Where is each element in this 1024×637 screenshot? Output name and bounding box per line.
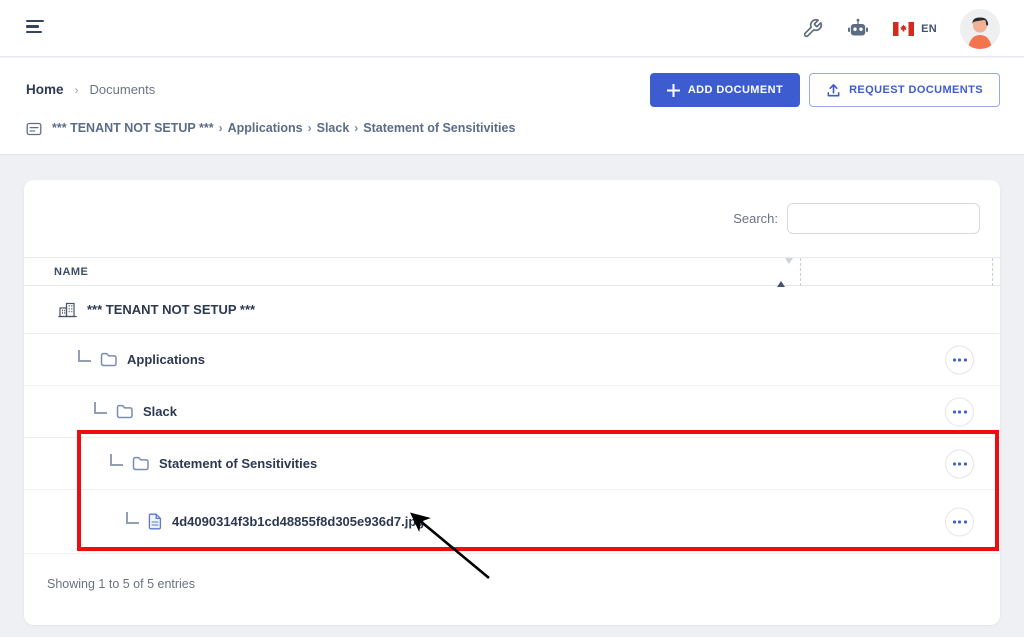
row-label: Statement of Sensitivities [159,456,318,471]
table-footer-status: Showing 1 to 5 of 5 entries [47,577,196,591]
row-label: Applications [127,352,206,367]
tree-branch-icon [126,511,139,524]
table-header: NAME [24,257,1000,287]
breadcrumb-home[interactable]: Home [26,82,64,97]
page-header: Home › Documents ADD DOCUMENT REQUEST DO… [0,58,1024,155]
row-actions-button[interactable] [945,397,974,426]
path-segment-statement[interactable]: Statement of Sensitivities [363,121,515,135]
folder-icon [100,352,117,367]
search-input[interactable] [787,203,980,234]
table-row-jpg-file[interactable]: 4d4090314f3b1cd48855f8d305e936d7.jpg [24,490,1000,554]
language-label: EN [921,22,937,35]
top-bar: EN [0,0,1024,57]
building-icon [58,300,77,319]
search-row: Search: [733,203,980,234]
canada-flag-icon [893,21,915,36]
add-document-label: ADD DOCUMENT [687,84,784,96]
document-tree: *** TENANT NOT SETUP *** Applications Sl… [24,286,1000,554]
tree-branch-icon [94,401,107,414]
tree-branch-icon [110,453,123,466]
wrench-icon[interactable] [802,18,823,39]
request-documents-label: REQUEST DOCUMENTS [849,84,983,96]
row-actions-button[interactable] [945,507,974,536]
header-action-buttons: ADD DOCUMENT REQUEST DOCUMENTS [649,73,1000,107]
breadcrumb: Home › Documents [26,82,155,97]
add-document-button[interactable]: ADD DOCUMENT [649,73,801,107]
row-actions-button[interactable] [945,345,974,374]
breadcrumb-documents[interactable]: Documents [90,82,156,97]
header-divider [800,258,801,286]
menu-icon[interactable] [26,18,46,38]
folder-icon [132,456,149,471]
header-divider [992,258,993,286]
path-segment-slack[interactable]: Slack [317,121,350,135]
file-icon [148,513,162,530]
table-row-statement-of-sensitivities[interactable]: Statement of Sensitivities [24,438,1000,490]
row-label: Slack [143,404,177,419]
upload-icon [827,83,840,96]
folder-icon [116,404,133,419]
sort-desc-icon [785,258,793,281]
row-actions-button[interactable] [945,449,974,478]
path-separator: › [218,121,223,135]
breadcrumb-separator: › [74,82,79,97]
request-documents-button[interactable]: REQUEST DOCUMENTS [809,73,1000,107]
tree-branch-icon [78,349,91,362]
plus-icon [666,83,680,97]
topbar-right-cluster: EN [802,0,1000,57]
path-separator: › [354,121,359,135]
table-row-tenant[interactable]: *** TENANT NOT SETUP *** [24,286,1000,334]
path-segment-applications[interactable]: Applications [228,121,303,135]
robot-icon[interactable] [846,17,870,41]
user-avatar[interactable] [960,8,1000,49]
language-switcher[interactable]: EN [893,21,937,36]
sort-asc-icon [777,264,785,287]
tenant-path: *** TENANT NOT SETUP *** › Applications … [52,121,515,135]
inbox-icon [26,122,42,136]
column-header-name[interactable]: NAME [54,258,88,287]
path-separator: › [307,121,312,135]
row-label: 4d4090314f3b1cd48855f8d305e936d7.jpg [172,514,425,529]
documents-panel: Search: NAME *** TENANT NOT SETUP *** Ap… [24,180,1000,625]
sort-icons[interactable] [777,258,793,287]
search-label: Search: [733,211,778,226]
table-row-applications[interactable]: Applications [24,334,1000,386]
table-row-slack[interactable]: Slack [24,386,1000,438]
tenant-path-row: *** TENANT NOT SETUP *** › Applications … [25,119,515,137]
path-segment-tenant[interactable]: *** TENANT NOT SETUP *** [52,121,214,135]
row-label: *** TENANT NOT SETUP *** [87,302,256,317]
